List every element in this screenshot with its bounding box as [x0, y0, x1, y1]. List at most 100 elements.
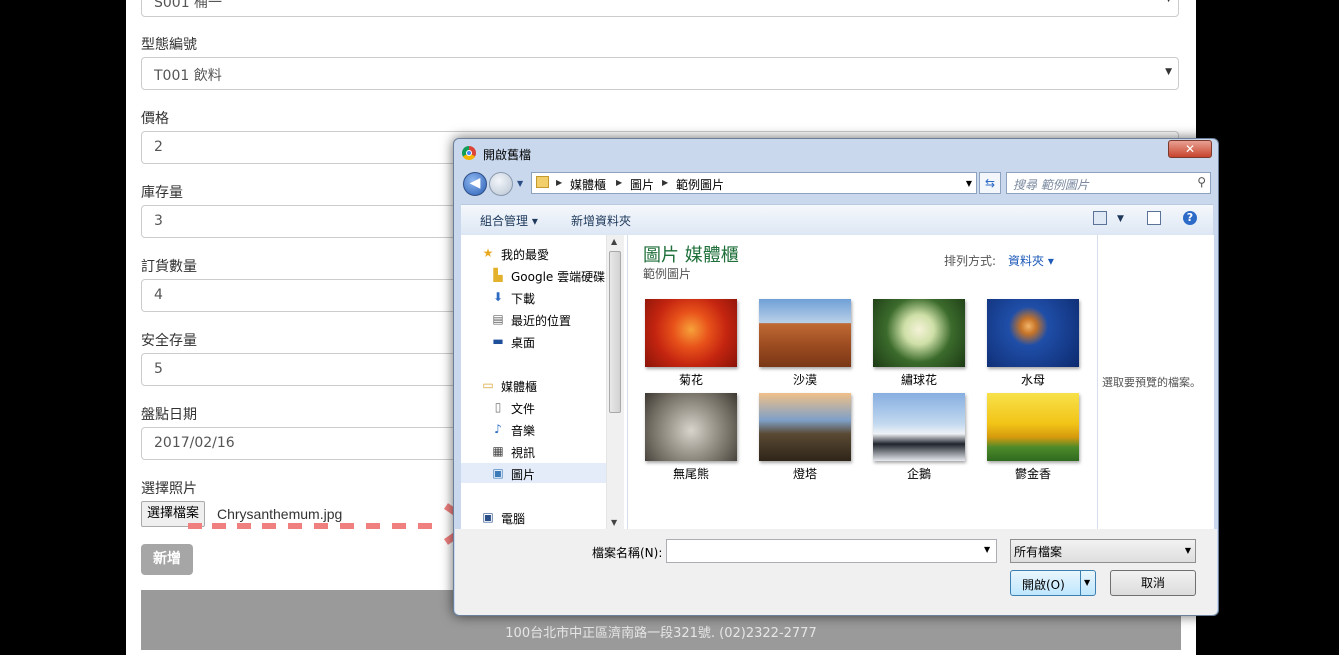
- nav-desktop[interactable]: 桌面: [511, 334, 535, 351]
- type-label: 型態編號: [141, 37, 197, 53]
- footer-address: 100台北市中正區濟南路一段321號. (02)2322-2777: [505, 626, 817, 641]
- penguins-caption: 企鵝: [906, 467, 931, 481]
- forward-button[interactable]: [489, 172, 513, 196]
- chevron-down-icon: ▼: [1165, 0, 1172, 4]
- tulips-caption: 鬱金香: [1014, 467, 1051, 481]
- music-icon: ♪: [494, 422, 502, 436]
- koala-caption: 無尾熊: [672, 467, 709, 481]
- chrysanthemum-thumbnail[interactable]: [645, 299, 737, 367]
- chosen-file-name: Chrysanthemum.jpg: [217, 506, 343, 522]
- nav-videos[interactable]: 視訊: [511, 444, 535, 461]
- nav-music[interactable]: 音樂: [511, 422, 535, 439]
- nav-recent[interactable]: 最近的位置: [511, 312, 571, 329]
- desert-caption: 沙漠: [792, 373, 817, 387]
- type-select[interactable]: T001 飲料 ▼: [141, 57, 1179, 90]
- filename-label: 檔案名稱(N):: [592, 546, 663, 560]
- preview-pane-icon[interactable]: [1147, 211, 1161, 225]
- tulips-thumbnail[interactable]: [987, 393, 1079, 461]
- refresh-button[interactable]: ⇆: [979, 172, 1001, 194]
- chevron-down-icon: ▼: [1184, 546, 1191, 555]
- recent-pages-dropdown[interactable]: ▼: [517, 179, 523, 188]
- nav-documents[interactable]: 文件: [511, 400, 535, 417]
- libraries-icon: ▭: [482, 378, 494, 392]
- nav-favorites[interactable]: 我的最愛: [501, 246, 549, 263]
- lighthouse-thumbnail[interactable]: [759, 393, 851, 461]
- chevron-down-icon: ▼: [1165, 67, 1172, 77]
- lighthouse-caption: 燈塔: [792, 467, 817, 481]
- nav-computer[interactable]: 電腦: [501, 510, 525, 527]
- address-dropdown-icon[interactable]: ▼: [966, 179, 972, 188]
- back-button[interactable]: ◀: [463, 172, 487, 196]
- chrome-icon: [462, 146, 476, 160]
- sort-dropdown[interactable]: 資料夾 ▾: [1008, 252, 1054, 269]
- filetype-select[interactable]: 所有檔案 ▼: [1010, 539, 1196, 563]
- open-options-dropdown-icon[interactable]: ▼: [1084, 578, 1090, 587]
- view-options-icon[interactable]: [1093, 211, 1107, 225]
- open-button[interactable]: 開啟(O) ▼: [1010, 570, 1096, 596]
- hydrangeas-thumbnail[interactable]: [873, 299, 965, 367]
- scroll-up-icon[interactable]: ▲: [611, 237, 617, 246]
- google-drive-icon: ▙: [493, 268, 503, 282]
- close-button[interactable]: ✕: [1168, 140, 1212, 158]
- nav-scrollbar[interactable]: ▲ ▼: [606, 235, 624, 529]
- add-button[interactable]: 新增: [141, 544, 193, 575]
- new-folder-button[interactable]: 新增資料夾: [571, 212, 631, 229]
- breadcrumb-pictures[interactable]: 圖片: [630, 176, 654, 193]
- navigation-bar: ◀ ▼ ▶ 媒體櫃 ▶ 圖片 ▶ 範例圖片 ▼ ⇆ 搜尋 範例圖片 ⚲: [461, 170, 1213, 198]
- preview-hint: 選取要預覽的檔案。: [1102, 376, 1201, 389]
- koala-thumbnail[interactable]: [645, 393, 737, 461]
- documents-icon: ▯: [494, 400, 502, 414]
- pictures-icon: ▣: [492, 466, 504, 480]
- safety-stock-label: 安全存量: [141, 333, 197, 349]
- nav-google-drive[interactable]: Google 雲端硬碟: [511, 268, 605, 285]
- breadcrumb-sample-pictures[interactable]: 範例圖片: [676, 176, 724, 193]
- star-icon: ★: [482, 246, 494, 260]
- hydrangeas-caption: 繡球花: [900, 373, 937, 387]
- downloads-icon: ⬇: [492, 290, 504, 304]
- dialog-toolbar: 組合管理 ▾ 新增資料夾 ▼ ?: [461, 204, 1213, 236]
- photo-label: 選擇照片: [141, 481, 197, 497]
- desktop-icon: ▬: [492, 334, 504, 348]
- type-select-value: T001 飲料: [154, 68, 222, 84]
- inventory-date-label: 盤點日期: [141, 407, 197, 423]
- folder-icon: [536, 176, 549, 188]
- price-label: 價格: [141, 111, 169, 127]
- filename-input[interactable]: [666, 539, 997, 563]
- scroll-down-icon[interactable]: ▼: [611, 518, 617, 527]
- nav-pictures[interactable]: 圖片: [511, 466, 535, 483]
- navigation-pane: ★ 我的最愛 ▙ Google 雲端硬碟 ⬇ 下載 ▤ 最近的位置 ▬ 桌面 ▭…: [461, 235, 628, 529]
- filetype-value: 所有檔案: [1014, 545, 1063, 559]
- file-list-pane: 圖片 媒體櫃 範例圖片 排列方式: 資料夾 ▾ 菊花 沙漠 繡球花 水母 無尾熊…: [628, 235, 1097, 529]
- video-icon: ▦: [492, 444, 504, 458]
- help-icon[interactable]: ?: [1183, 211, 1197, 225]
- filename-dropdown-icon[interactable]: ▼: [984, 545, 990, 554]
- chrysanthemum-caption: 菊花: [678, 373, 703, 387]
- order-qty-label: 訂貨數量: [141, 259, 197, 275]
- jellyfish-thumbnail[interactable]: [987, 299, 1079, 367]
- search-placeholder: 搜尋 範例圖片: [1013, 178, 1089, 192]
- product-select-value: S001 桶一: [154, 0, 223, 11]
- dialog-title: 開啟舊檔: [483, 148, 532, 162]
- product-select[interactable]: S001 桶一 ▼: [141, 0, 1179, 17]
- scrollbar-thumb[interactable]: [609, 251, 621, 413]
- stock-label: 庫存量: [141, 185, 183, 201]
- organize-button[interactable]: 組合管理 ▾: [480, 212, 538, 229]
- search-input[interactable]: 搜尋 範例圖片 ⚲: [1006, 172, 1211, 194]
- penguins-thumbnail[interactable]: [873, 393, 965, 461]
- preview-pane: 選取要預覽的檔案。: [1097, 235, 1214, 529]
- open-file-dialog: 開啟舊檔 ✕ ◀ ▼ ▶ 媒體櫃 ▶ 圖片 ▶ 範例圖片 ▼ ⇆ 搜尋 範例圖片…: [453, 138, 1219, 616]
- cancel-button[interactable]: 取消: [1110, 570, 1196, 596]
- breadcrumb-libraries[interactable]: 媒體櫃: [570, 176, 606, 193]
- jellyfish-caption: 水母: [1020, 373, 1045, 387]
- library-subtitle: 範例圖片: [643, 267, 692, 281]
- address-bar[interactable]: ▶ 媒體櫃 ▶ 圖片 ▶ 範例圖片 ▼: [531, 172, 977, 194]
- recent-places-icon: ▤: [492, 312, 504, 326]
- computer-icon: ▣: [482, 510, 494, 524]
- desert-thumbnail[interactable]: [759, 299, 851, 367]
- open-button-label: 開啟(O): [1022, 578, 1065, 592]
- nav-downloads[interactable]: 下載: [511, 290, 535, 307]
- view-dropdown-icon[interactable]: ▼: [1117, 214, 1124, 224]
- library-title: 圖片 媒體櫃: [643, 245, 739, 266]
- nav-libraries[interactable]: 媒體櫃: [501, 378, 537, 395]
- search-icon: ⚲: [1197, 175, 1206, 189]
